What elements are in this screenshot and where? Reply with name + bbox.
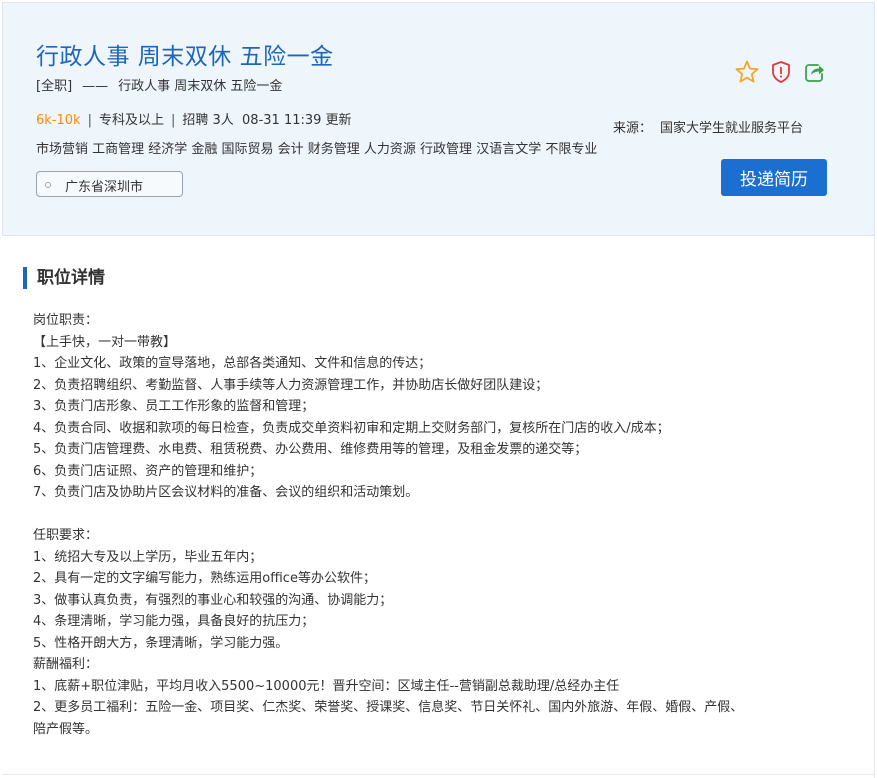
description-line: 2、更多员工福利：五险一金、项目奖、仁杰奖、荣誉奖、授课奖、信息奖、节日关怀礼、…	[33, 700, 744, 715]
dash-separator: ——	[82, 79, 109, 94]
tag-hole-icon	[45, 182, 51, 188]
section-title-job-details: 职位详情	[23, 267, 105, 289]
location-tag: 广东省深圳市	[36, 171, 183, 197]
description-line: 岗位职责：	[33, 313, 99, 328]
source-name: 国家大学生就业服务平台	[660, 121, 804, 136]
description-line: 1、企业文化、政策的宣导落地，总部各类通知、文件和信息的传达；	[33, 356, 432, 371]
updated-time: 08-31 11:39 更新	[242, 113, 352, 128]
description-line: 2、具有一定的文字编写能力，熟练运用office等办公软件；	[33, 571, 376, 586]
action-icons	[734, 59, 834, 87]
description-line: 4、条理清晰，学习能力强，具备良好的抗压力；	[33, 614, 315, 629]
major-tags: 市场营销 工商管理 经济学 金融 国际贸易 会计 财务管理 人力资源 行政管理 …	[36, 142, 598, 157]
description-line: 7、负责门店及协助片区会议材料的准备、会议的组织和活动策划。	[33, 485, 419, 500]
job-title: 行政人事 周末双休 五险一金	[36, 44, 334, 70]
source-line: 来源： 国家大学生就业服务平台	[613, 117, 803, 136]
apply-resume-button[interactable]: 投递简历	[721, 159, 827, 196]
description-line: 1、底薪+职位津贴，平均月收入5500~10000元！晋升空间：区域主任--营销…	[33, 678, 620, 694]
education: 专科及以上	[98, 113, 164, 128]
description-line	[33, 504, 853, 526]
job-subtitle: 行政人事 周末双休 五险一金	[118, 79, 283, 94]
description-line: 4、负责合同、收据和款项的每日检查，负责成交单资料初审和定期上交财务部门，复核所…	[33, 420, 670, 436]
description-line: 陪产假等。	[33, 721, 99, 737]
location-text: 广东省深圳市	[65, 180, 144, 195]
source-label: 来源：	[613, 121, 653, 136]
job-meta-line: 6k-10k | 专科及以上 | 招聘 3人 08-31 11:39 更新	[36, 113, 352, 128]
job-header: 行政人事 周末双休 五险一金 [全职] —— 行政人事 周末双休 五险一金 6k-1…	[2, 2, 875, 236]
description-line: 6、负责门店证照、资产的管理和维护；	[33, 463, 263, 479]
description-line: 【上手快，一对一带教】	[33, 334, 177, 350]
description-line: 5、负责门店管理费、水电费、租赁税费、办公费用、维修费用等的管理，及租金发票的递…	[33, 442, 588, 457]
job-type: [全职]	[36, 79, 73, 94]
description-line: 2、负责招聘组织、考勤监督、人事手续等人力资源管理工作，并协助店长做好团队建设；	[33, 377, 549, 393]
description-line: 5、性格开朗大方，条理清晰，学习能力强。	[33, 635, 289, 651]
job-subtitle-line: [全职] —— 行政人事 周末双休 五险一金	[36, 75, 282, 94]
shield-icon[interactable]	[768, 59, 794, 85]
description-line: 3、做事认真负责，有强烈的事业心和较强的沟通、协调能力；	[33, 592, 393, 608]
share-icon[interactable]	[801, 59, 827, 85]
star-icon[interactable]	[734, 59, 760, 85]
salary: 6k-10k	[36, 113, 81, 128]
job-description: 岗位职责： 【上手快，一对一带教】 1、企业文化、政策的宣导落地，总部各类通知、文件…	[33, 310, 853, 740]
description-line: 任职要求：	[33, 528, 99, 543]
description-line: 3、负责门店形象、员工工作形象的监督和管理；	[33, 399, 315, 414]
recruit-count: 招聘 3人	[182, 113, 234, 128]
description-line: 薪酬福利：	[33, 657, 99, 672]
description-line: 1、统招大专及以上学历，毕业五年内；	[33, 549, 263, 565]
